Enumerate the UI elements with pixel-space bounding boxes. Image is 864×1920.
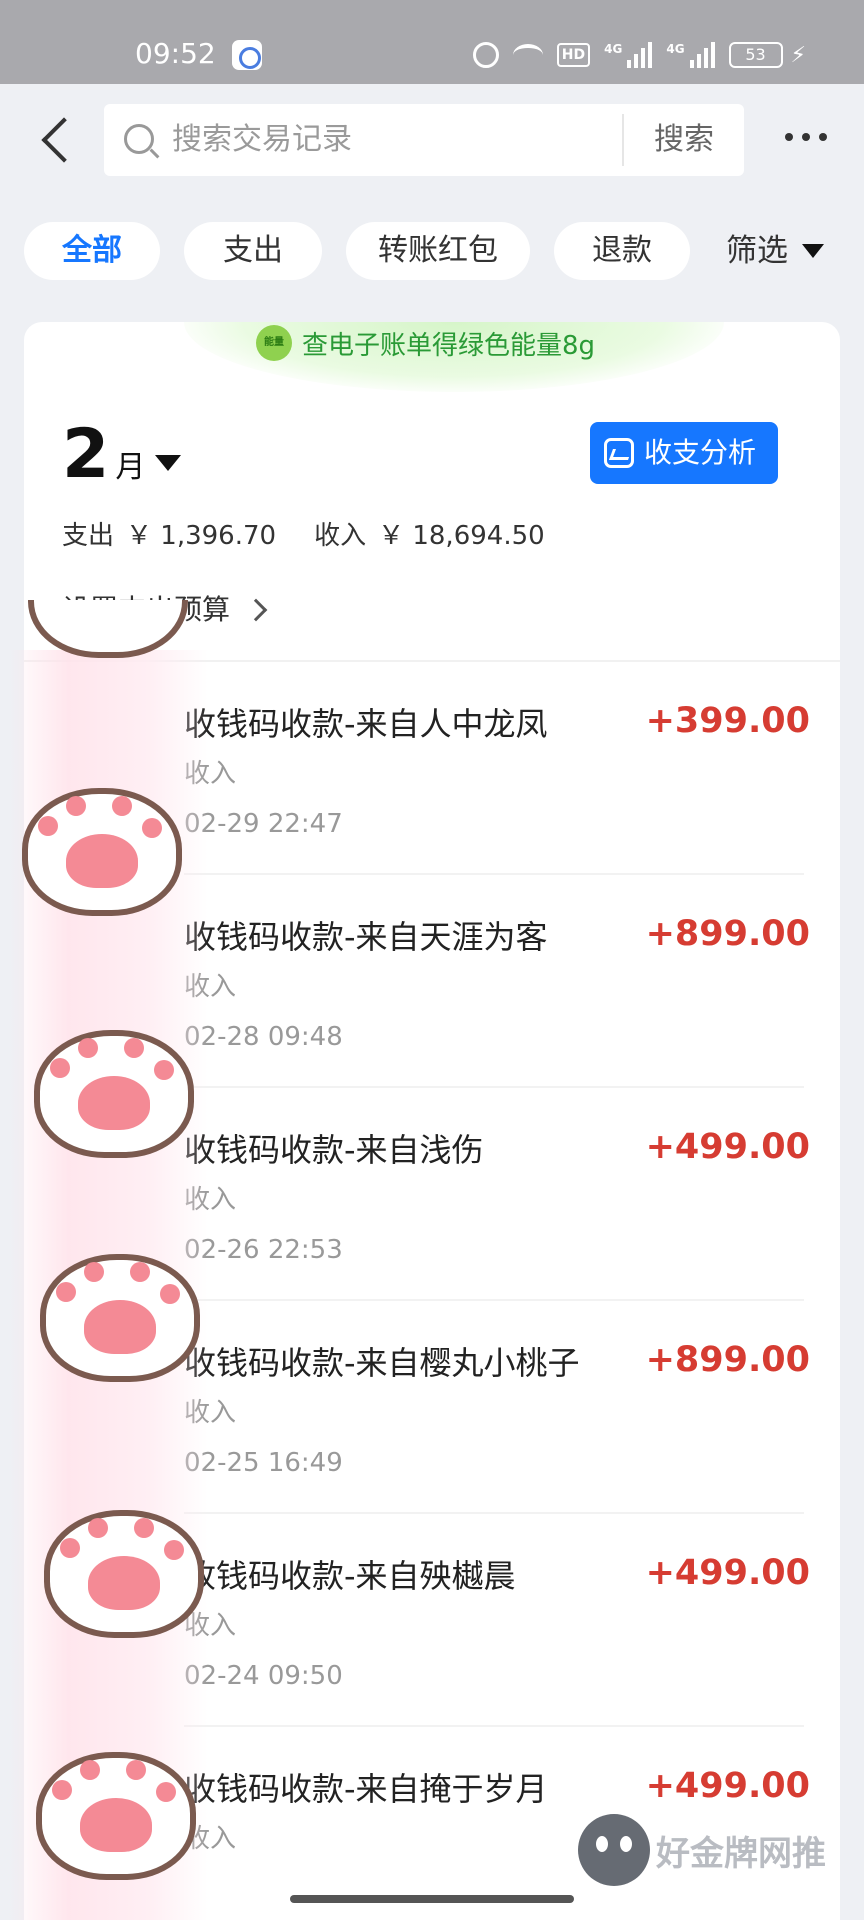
transaction-amount: +899.00 xyxy=(645,1340,810,1380)
transaction-type: 收入 xyxy=(184,972,237,1002)
filter-label: 筛选 xyxy=(726,233,788,269)
transaction-time: 02-28 09:48 xyxy=(184,1022,343,1052)
paw-icon xyxy=(28,1726,206,1884)
tab-all[interactable]: 全部 xyxy=(24,222,160,280)
transaction-amount: +499.00 xyxy=(645,1553,810,1593)
signal-icon-2: 4G xyxy=(666,42,715,68)
transaction-title: 收钱码收款-来自浅伤 xyxy=(184,1131,484,1169)
energy-icon: 能量 xyxy=(256,325,292,361)
status-bar: 09:52 HD 4G 4G 53 ⚡ xyxy=(0,0,864,84)
back-icon[interactable] xyxy=(34,112,74,168)
battery-icon: 53 xyxy=(728,42,783,68)
month-summary: 支出 ￥ 1,396.70 收入 ￥ 18,694.50 xyxy=(62,518,545,554)
hd-icon: HD xyxy=(556,43,591,67)
watermark: 好金牌网推 xyxy=(578,1808,826,1892)
search-icon xyxy=(124,124,154,154)
analysis-label: 收支分析 xyxy=(644,436,757,469)
month-selector[interactable]: 2 月 xyxy=(62,415,182,494)
home-indicator[interactable] xyxy=(290,1895,574,1903)
search-input[interactable]: 搜索交易记录 搜索 xyxy=(104,104,744,176)
transaction-amount: +499.00 xyxy=(645,1127,810,1167)
filter-dropdown[interactable]: 筛选 xyxy=(726,222,824,280)
transaction-title: 收钱码收款-来自人中龙凤 xyxy=(184,705,548,743)
paw-icon xyxy=(26,1004,204,1162)
tab-transfer-redpacket[interactable]: 转账红包 xyxy=(346,222,530,280)
search-button[interactable]: 搜索 xyxy=(624,104,744,176)
transaction-title: 收钱码收款-来自殃樾晨 xyxy=(184,1557,516,1595)
more-options-icon[interactable] xyxy=(778,122,834,152)
status-time: 09:52 xyxy=(135,37,216,70)
transaction-time: 02-25 16:49 xyxy=(184,1448,343,1478)
search-placeholder: 搜索交易记录 xyxy=(172,122,352,157)
chart-icon xyxy=(604,438,634,468)
paw-icon xyxy=(32,1228,210,1386)
transaction-amount: +499.00 xyxy=(645,1766,810,1806)
income-label: 收入 xyxy=(314,521,367,551)
transaction-type: 收入 xyxy=(184,1398,237,1428)
transaction-amount: +899.00 xyxy=(645,914,810,954)
signal-icon: 4G xyxy=(604,42,653,68)
charging-icon: ⚡ xyxy=(790,42,806,68)
app-icon xyxy=(232,40,262,70)
transaction-title: 收钱码收款-来自天涯为客 xyxy=(184,918,548,956)
filter-tabs: 全部 支出 转账红包 退款 筛选 xyxy=(0,222,864,282)
expense-amount: ￥ 1,396.70 xyxy=(126,521,277,551)
transaction-type: 收入 xyxy=(184,1185,237,1215)
caret-down-icon xyxy=(802,244,824,258)
caret-down-icon xyxy=(155,455,182,471)
status-icons: HD 4G 4G 53 ⚡ xyxy=(472,38,806,72)
wifi-icon xyxy=(512,44,543,66)
paw-icon xyxy=(36,1484,214,1642)
chevron-right-icon xyxy=(244,598,268,622)
network-label-2: 4G xyxy=(666,42,685,56)
energy-banner-text: 查电子账单得绿色能量8g xyxy=(302,330,596,361)
expense-label: 支出 xyxy=(62,521,115,551)
network-label: 4G xyxy=(604,42,623,56)
watermark-text: 好金牌网推 xyxy=(656,1833,826,1874)
transaction-title: 收钱码收款-来自掩于岁月 xyxy=(184,1770,548,1808)
analysis-button[interactable]: 收支分析 xyxy=(590,422,778,484)
transaction-title: 收钱码收款-来自樱丸小桃子 xyxy=(184,1344,580,1382)
transaction-amount: +399.00 xyxy=(645,701,810,741)
month-number: 2 xyxy=(62,415,110,494)
tab-expense[interactable]: 支出 xyxy=(184,222,322,280)
paw-icon xyxy=(14,762,192,920)
transaction-time: 02-24 09:50 xyxy=(184,1661,343,1691)
header: 搜索交易记录 搜索 xyxy=(0,84,864,194)
income-amount: ￥ 18,694.50 xyxy=(378,521,545,551)
paw-icon xyxy=(20,600,198,680)
month-unit: 月 xyxy=(115,450,146,485)
transaction-time: 02-29 22:47 xyxy=(184,809,343,839)
cat-logo-icon xyxy=(578,1814,650,1886)
tab-refund[interactable]: 退款 xyxy=(554,222,690,280)
energy-banner[interactable]: 能量 查电子账单得绿色能量8g xyxy=(256,322,595,364)
alarm-icon xyxy=(472,42,499,68)
